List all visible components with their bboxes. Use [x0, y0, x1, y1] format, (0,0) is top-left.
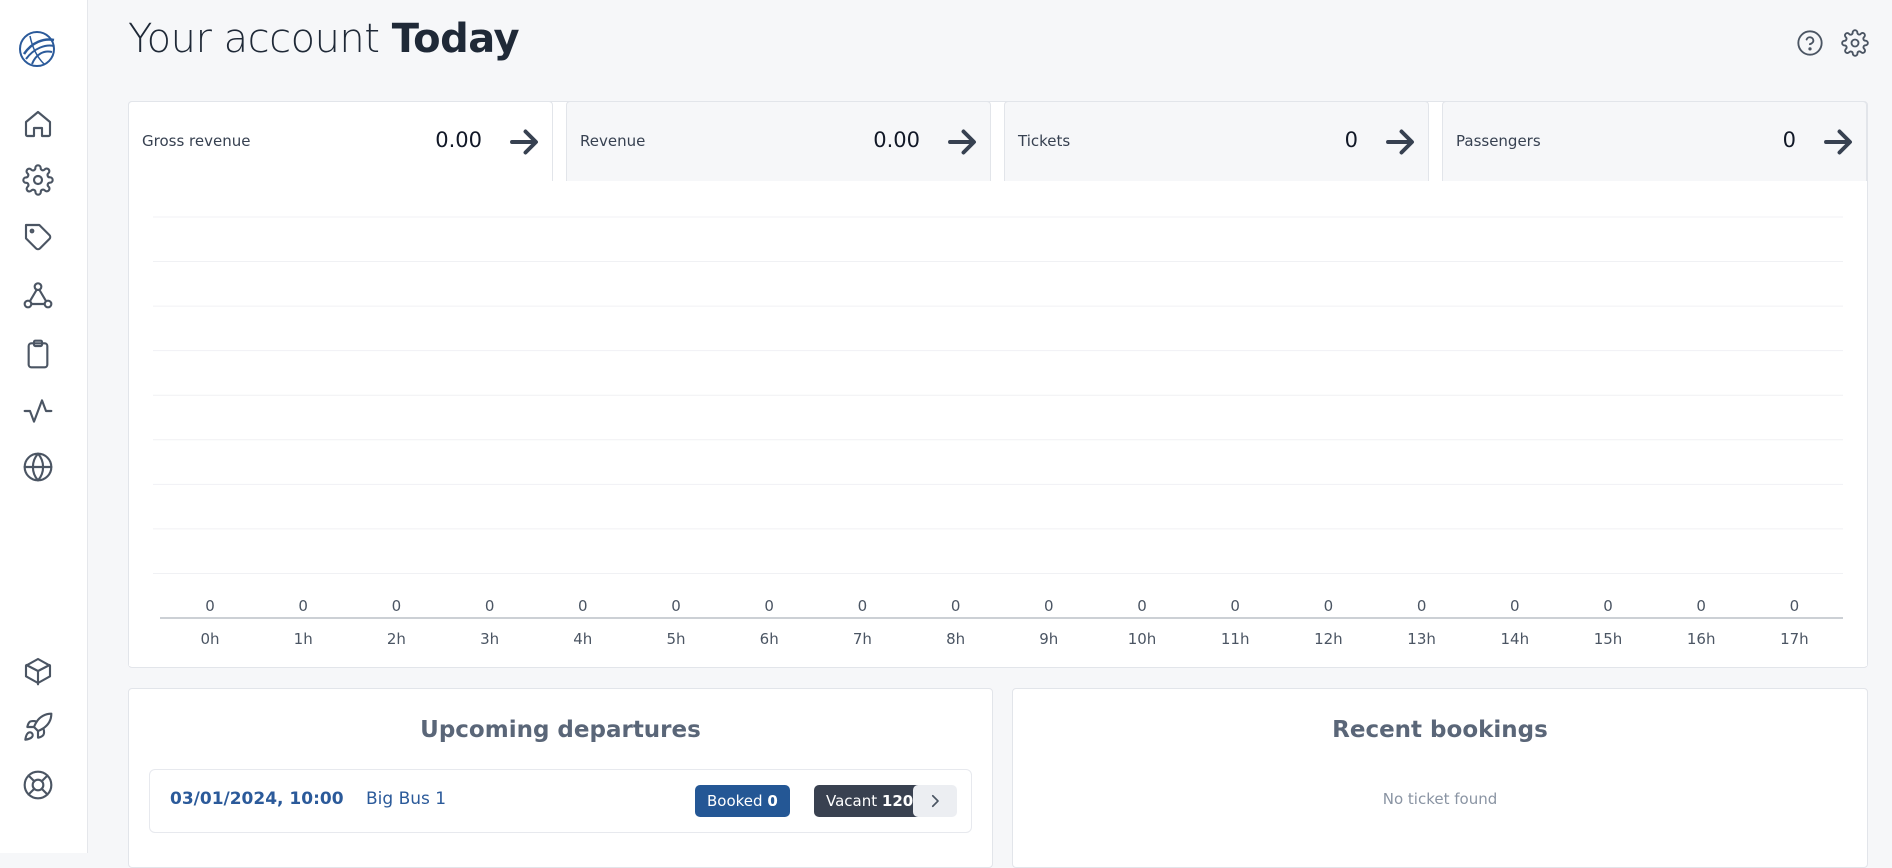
- bar-value-label: 0: [298, 597, 308, 615]
- x-tick-label: 16h: [1687, 630, 1716, 648]
- arrow-right-icon: [1382, 124, 1418, 160]
- x-tick-label: 1h: [294, 630, 313, 648]
- page-title: Your account Today: [128, 16, 520, 62]
- vacant-label: Vacant: [826, 792, 878, 810]
- network-icon[interactable]: [21, 279, 55, 313]
- title-period[interactable]: Today: [392, 16, 520, 62]
- bar-value-label: 0: [1603, 597, 1613, 615]
- tab-value: 0.00: [873, 128, 920, 152]
- booked-label: Booked: [707, 792, 763, 810]
- departure-date[interactable]: 03/01/2024, 10:00: [170, 789, 344, 809]
- bar-value-label: 0: [1696, 597, 1706, 615]
- departure-row[interactable]: 03/01/2024, 10:00 Big Bus 1 Booked 0 Vac…: [149, 769, 972, 833]
- upcoming-departures-card: Upcoming departures 03/01/2024, 10:00 Bi…: [128, 688, 993, 868]
- x-tick-label: 8h: [946, 630, 965, 648]
- x-tick-label: 7h: [853, 630, 872, 648]
- tab-tickets[interactable]: Tickets 0: [1004, 101, 1429, 181]
- tab-label: Revenue: [580, 132, 646, 150]
- tab-revenue[interactable]: Revenue 0.00: [566, 101, 991, 181]
- tag-icon[interactable]: [21, 220, 55, 254]
- tab-label: Gross revenue: [142, 132, 251, 150]
- bar-value-label: 0: [205, 597, 215, 615]
- brand-logo[interactable]: [16, 28, 58, 70]
- bar-value-label: 0: [1417, 597, 1427, 615]
- bar-value-label: 0: [1790, 597, 1800, 615]
- card-title: Recent bookings: [1332, 717, 1548, 743]
- x-tick-label: 5h: [666, 630, 685, 648]
- title-prefix: Your account: [128, 16, 380, 62]
- x-tick-label: 14h: [1501, 630, 1530, 648]
- bar-value-label: 0: [1137, 597, 1147, 615]
- tab-value: 0.00: [435, 128, 482, 152]
- help-icon[interactable]: [1795, 28, 1825, 58]
- gear-icon[interactable]: [21, 163, 55, 197]
- x-tick-label: 9h: [1039, 630, 1058, 648]
- arrow-right-icon: [1820, 124, 1856, 160]
- bar-value-label: 0: [1510, 597, 1520, 615]
- recent-bookings-card: Recent bookings No ticket found: [1012, 688, 1868, 868]
- arrow-right-icon: [506, 124, 542, 160]
- globe-icon[interactable]: [21, 450, 55, 484]
- booked-count: 0: [767, 792, 778, 810]
- x-tick-label: 10h: [1128, 630, 1157, 648]
- bar-value-label: 0: [1044, 597, 1054, 615]
- tab-gross-revenue[interactable]: Gross revenue 0.00: [128, 101, 553, 181]
- card-title: Upcoming departures: [420, 717, 701, 743]
- booked-badge: Booked 0: [695, 785, 790, 817]
- bar-value-label: 0: [764, 597, 774, 615]
- tab-value: 0: [1344, 128, 1358, 152]
- bar-value-label: 0: [951, 597, 961, 615]
- bar-value-label: 0: [485, 597, 495, 615]
- home-icon[interactable]: [21, 107, 55, 141]
- bar-value-label: 0: [671, 597, 681, 615]
- departure-bus[interactable]: Big Bus 1: [366, 789, 446, 809]
- empty-message: No ticket found: [1382, 790, 1498, 808]
- tab-label: Passengers: [1456, 132, 1541, 150]
- hourly-chart: 0 0h 0 1h 0 2h 0 3h 0 4h 0 5h 0 6h 0 7h 0 8h 0 9h 0 10h 0 11h 0 1…: [129, 182, 1867, 666]
- sidebar: [0, 0, 88, 853]
- bar-value-label: 0: [1230, 597, 1240, 615]
- x-tick-label: 0h: [200, 630, 219, 648]
- x-tick-label: 11h: [1221, 630, 1250, 648]
- x-tick-label: 6h: [760, 630, 779, 648]
- x-tick-label: 15h: [1594, 630, 1623, 648]
- bar-value-label: 0: [858, 597, 868, 615]
- bar-value-label: 0: [1324, 597, 1334, 615]
- x-tick-label: 2h: [387, 630, 406, 648]
- x-tick-label: 3h: [480, 630, 499, 648]
- arrow-right-icon: [944, 124, 980, 160]
- rocket-icon[interactable]: [21, 710, 55, 744]
- chart-svg: 0 0h 0 1h 0 2h 0 3h 0 4h 0 5h 0 6h 0 7h 0 8h 0 9h 0 10h 0 11h 0 1…: [153, 216, 1843, 648]
- tab-passengers[interactable]: Passengers 0: [1442, 101, 1867, 181]
- bar-value-label: 0: [578, 597, 588, 615]
- x-tick-label: 4h: [573, 630, 592, 648]
- x-tick-label: 12h: [1314, 630, 1343, 648]
- x-tick-label: 13h: [1407, 630, 1436, 648]
- bar-value-label: 0: [392, 597, 402, 615]
- lifebuoy-icon[interactable]: [21, 768, 55, 802]
- settings-icon[interactable]: [1840, 28, 1870, 58]
- clipboard-icon[interactable]: [21, 337, 55, 371]
- tab-value: 0: [1782, 128, 1796, 152]
- vacant-badge: Vacant 120: [814, 785, 926, 817]
- package-icon[interactable]: [21, 654, 55, 688]
- vacant-count: 120: [881, 792, 914, 810]
- activity-icon[interactable]: [21, 394, 55, 428]
- chevron-right-icon[interactable]: [913, 785, 957, 817]
- x-tick-label: 17h: [1780, 630, 1809, 648]
- tab-label: Tickets: [1018, 132, 1071, 150]
